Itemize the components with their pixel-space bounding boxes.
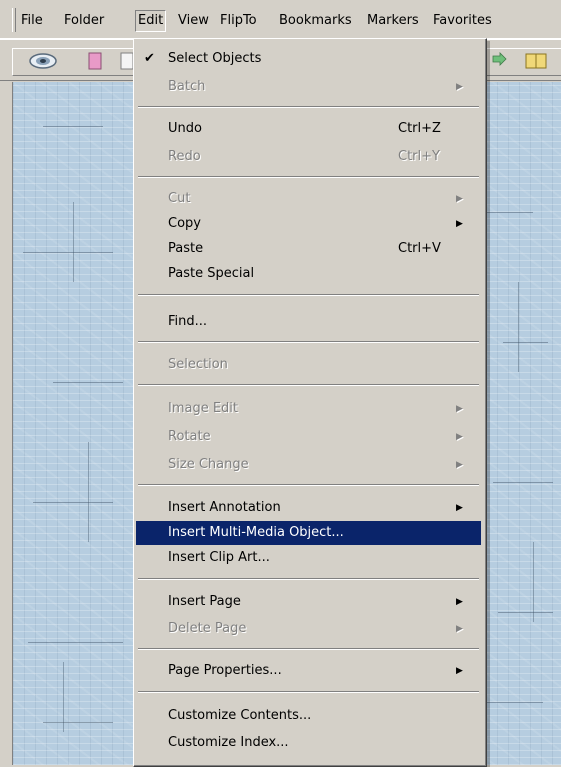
menu-item-paste-special[interactable]: Paste Special: [136, 262, 481, 286]
texture-line: [53, 382, 123, 383]
menu-item-insert-annotation[interactable]: Insert Annotation ▶: [136, 496, 481, 520]
menu-item-label: Selection: [168, 357, 228, 372]
menu-item-customize-contents[interactable]: Customize Contents...: [136, 704, 481, 728]
menu-item-label: Image Edit: [168, 401, 239, 416]
menu-item-customize-index[interactable]: Customize Index...: [136, 731, 481, 755]
menu-item-copy[interactable]: Copy ▶: [136, 212, 481, 236]
menu-item-label: Copy: [168, 216, 201, 231]
menu-item-label: Redo: [168, 149, 201, 164]
texture-line: [493, 482, 553, 483]
texture-line: [43, 126, 103, 127]
menu-flipto[interactable]: FlipTo: [220, 11, 257, 31]
texture-line: [483, 212, 533, 213]
menu-item-redo: Redo Ctrl+Y: [136, 145, 481, 169]
eye-icon[interactable]: [28, 52, 58, 70]
menu-item-cut: Cut ▶: [136, 187, 481, 211]
menubar-grip: [12, 8, 16, 32]
menu-item-selection: Selection: [136, 353, 481, 377]
link-arrow-icon[interactable]: [490, 52, 510, 70]
texture-line: [28, 642, 123, 643]
menu-item-label: Undo: [168, 121, 202, 136]
menu-item-label: Delete Page: [168, 621, 247, 636]
submenu-arrow-icon: ▶: [456, 503, 463, 513]
menu-item-label: Page Properties...: [168, 663, 282, 678]
submenu-arrow-icon: ▶: [456, 219, 463, 229]
menu-item-label: Customize Index...: [168, 735, 289, 750]
menu-item-size-change: Size Change ▶: [136, 453, 481, 477]
checkmark-icon: ✔: [144, 51, 155, 66]
menu-item-label: Paste Special: [168, 266, 255, 281]
workspace-left-margin: [0, 82, 12, 765]
menu-item-insert-page[interactable]: Insert Page ▶: [136, 590, 481, 614]
texture-line: [533, 542, 534, 622]
menu-item-label: Rotate: [168, 429, 211, 444]
menu-item-undo[interactable]: Undo Ctrl+Z: [136, 117, 481, 141]
menu-markers[interactable]: Markers: [367, 11, 419, 31]
menu-separator: [138, 484, 479, 486]
texture-line: [503, 342, 548, 343]
menu-item-insert-clip-art[interactable]: Insert Clip Art...: [136, 546, 481, 570]
menu-item-label: Paste: [168, 241, 204, 256]
submenu-arrow-icon: ▶: [456, 624, 463, 634]
texture-line: [33, 502, 113, 503]
menu-item-page-properties[interactable]: Page Properties... ▶: [136, 659, 481, 683]
menu-item-label: Insert Clip Art...: [168, 550, 270, 565]
submenu-arrow-icon: ▶: [456, 597, 463, 607]
menu-item-find[interactable]: Find...: [136, 310, 481, 334]
menu-item-label: Batch: [168, 79, 206, 94]
menu-item-delete-page: Delete Page ▶: [136, 617, 481, 641]
submenu-arrow-icon: ▶: [456, 82, 463, 92]
submenu-arrow-icon: ▶: [456, 460, 463, 470]
menu-item-select-objects[interactable]: ✔ Select Objects: [136, 47, 481, 71]
submenu-arrow-icon: ▶: [456, 666, 463, 676]
texture-line: [518, 282, 519, 372]
submenu-arrow-icon: ▶: [456, 194, 463, 204]
menu-item-image-edit: Image Edit ▶: [136, 397, 481, 421]
menu-favorites[interactable]: Favorites: [433, 11, 492, 31]
page-pink-icon[interactable]: [88, 52, 102, 70]
menu-separator: [138, 341, 479, 343]
texture-line: [23, 252, 113, 253]
menu-item-shortcut: Ctrl+Y: [398, 149, 440, 164]
menu-file[interactable]: File: [21, 11, 43, 31]
menu-item-shortcut: Ctrl+Z: [398, 121, 441, 136]
menu-item-label: Insert Annotation: [168, 500, 281, 515]
menu-separator: [138, 648, 479, 650]
texture-line: [483, 702, 543, 703]
menu-bookmarks[interactable]: Bookmarks: [279, 11, 352, 31]
menu-item-label: Insert Page: [168, 594, 241, 609]
menu-separator: [138, 578, 479, 580]
menu-item-label: Find...: [168, 314, 208, 329]
menu-edit[interactable]: Edit: [135, 10, 167, 32]
texture-line: [63, 662, 64, 732]
texture-line: [88, 442, 89, 542]
texture-line: [73, 202, 74, 282]
menu-item-shortcut: Ctrl+V: [398, 241, 441, 256]
submenu-arrow-icon: ▶: [456, 432, 463, 442]
menu-item-label: Select Objects: [168, 51, 262, 66]
menu-item-rotate: Rotate ▶: [136, 425, 481, 449]
menu-separator: [138, 106, 479, 108]
menu-separator: [138, 294, 479, 296]
menu-folder[interactable]: Folder: [64, 11, 104, 31]
menu-item-label: Insert Multi-Media Object...: [168, 525, 344, 540]
menu-item-paste[interactable]: Paste Ctrl+V: [136, 237, 481, 261]
menu-view[interactable]: View: [178, 11, 209, 31]
menu-item-label: Size Change: [168, 457, 249, 472]
texture-line: [498, 612, 553, 613]
menu-separator: [138, 384, 479, 386]
page-white-icon[interactable]: [120, 52, 134, 70]
texture-line: [43, 722, 113, 723]
menu-item-label: Cut: [168, 191, 191, 206]
menu-separator: [138, 691, 479, 693]
edit-menu-dropdown: ✔ Select Objects Batch ▶ Undo Ctrl+Z Red…: [133, 38, 487, 767]
menu-item-label: Customize Contents...: [168, 708, 312, 723]
menu-separator: [138, 176, 479, 178]
menu-bar: File Folder Edit View FlipTo Bookmarks M…: [0, 0, 561, 39]
book-icon[interactable]: [525, 52, 547, 70]
menu-item-insert-multimedia-object[interactable]: Insert Multi-Media Object...: [136, 521, 481, 545]
menu-item-batch: Batch ▶: [136, 75, 481, 99]
submenu-arrow-icon: ▶: [456, 404, 463, 414]
